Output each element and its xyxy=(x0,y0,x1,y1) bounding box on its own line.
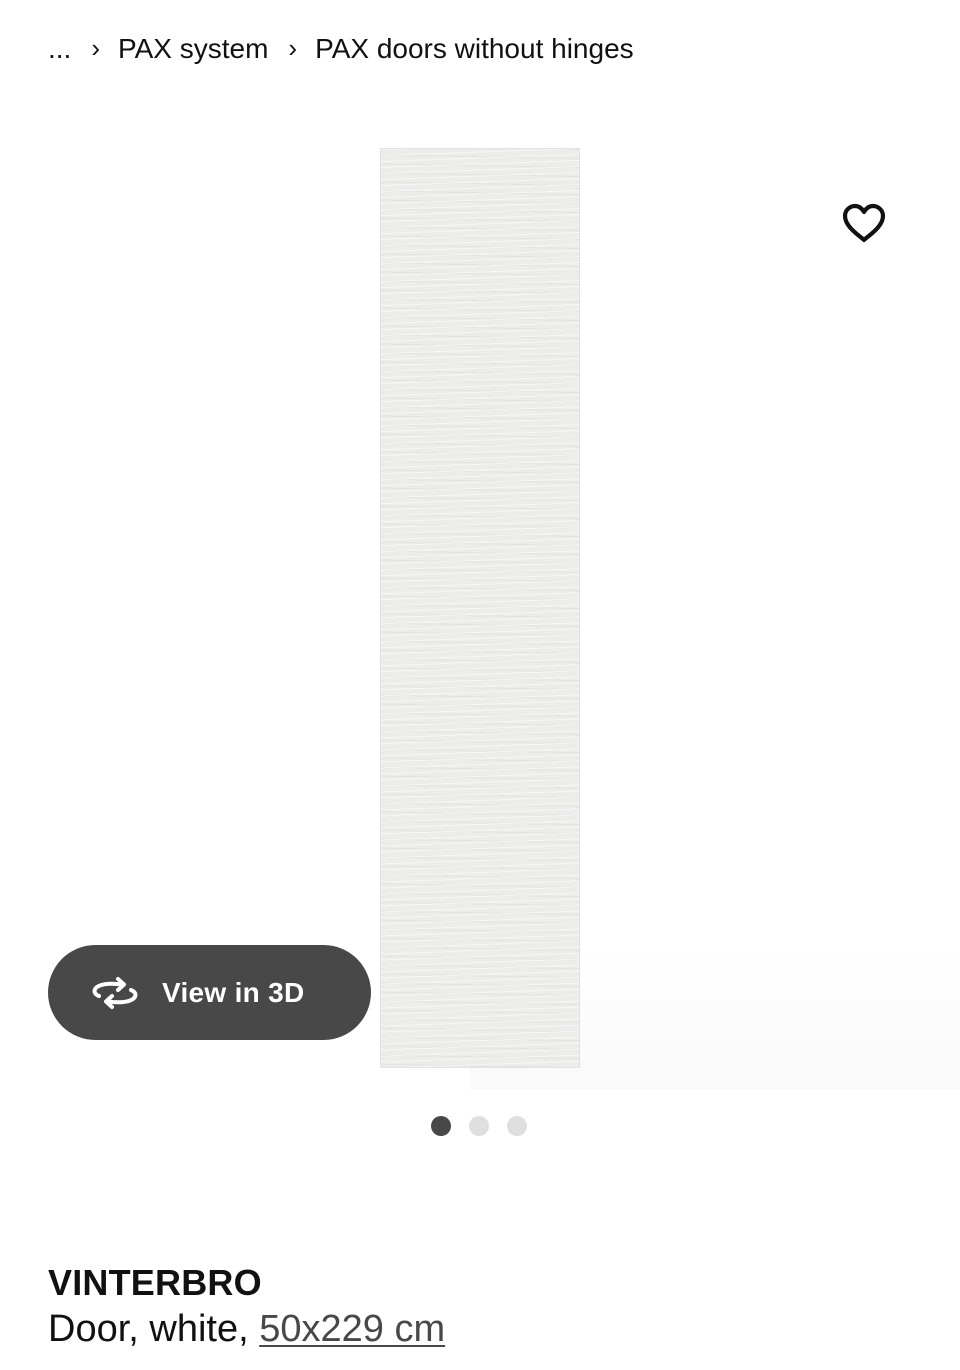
breadcrumb-ellipsis[interactable]: ... xyxy=(48,33,71,65)
product-size-link[interactable]: 50x229 cm xyxy=(259,1308,445,1350)
rotate-3d-icon xyxy=(90,976,140,1010)
carousel-dot-2[interactable] xyxy=(469,1116,489,1136)
product-description-text: Door, white, xyxy=(48,1308,260,1350)
breadcrumb-item-pax-doors-without-hinges[interactable]: PAX doors without hinges xyxy=(315,33,634,65)
breadcrumb: ... › PAX system › PAX doors without hin… xyxy=(48,24,634,74)
product-description: Door, white, 50x229 cm xyxy=(48,1308,445,1351)
view-in-3d-label: View in 3D xyxy=(162,976,305,1008)
carousel-dots xyxy=(431,1116,527,1136)
product-name: VINTERBRO xyxy=(48,1262,262,1303)
add-to-favourites-button[interactable] xyxy=(834,193,894,253)
breadcrumb-item-pax-system[interactable]: PAX system xyxy=(118,33,268,65)
heart-outline-icon xyxy=(842,203,886,243)
carousel-dot-3[interactable] xyxy=(507,1116,527,1136)
carousel-dot-1[interactable] xyxy=(431,1116,451,1136)
chevron-right-icon: › xyxy=(288,32,298,63)
product-image[interactable] xyxy=(380,148,580,1068)
chevron-right-icon: › xyxy=(91,32,101,63)
view-in-3d-button[interactable]: View in 3D xyxy=(48,945,371,1040)
